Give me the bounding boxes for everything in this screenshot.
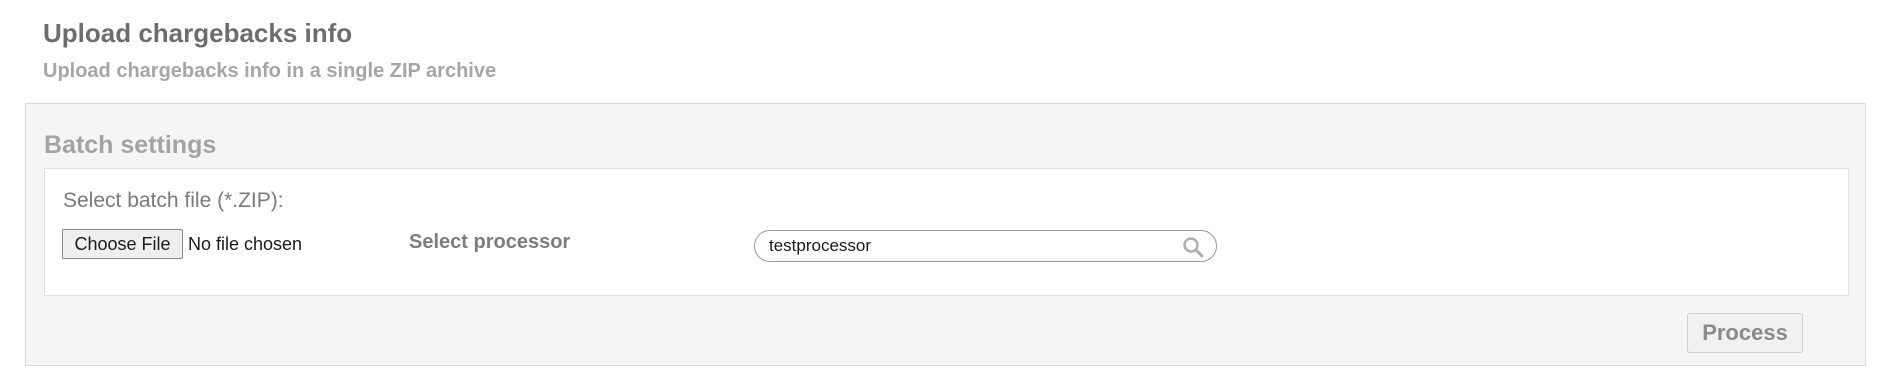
process-button[interactable]: Process [1687, 313, 1803, 353]
processor-input[interactable] [769, 235, 1169, 257]
choose-file-button[interactable]: Choose File [62, 229, 183, 259]
file-status-text: No file chosen [188, 234, 303, 254]
batch-file-label: Select batch file (*.ZIP): [63, 189, 284, 212]
batch-settings-form: Select batch file (*.ZIP): Choose File N… [44, 168, 1849, 296]
page-subtitle: Upload chargebacks info in a single ZIP … [43, 60, 497, 82]
batch-settings-panel: Batch settings Select batch file (*.ZIP)… [25, 103, 1866, 366]
search-icon[interactable] [1182, 236, 1204, 258]
page-title: Upload chargebacks info [43, 18, 353, 48]
batch-settings-title: Batch settings [44, 131, 217, 159]
select-processor-label: Select processor [409, 231, 571, 253]
processor-search-field[interactable] [754, 230, 1217, 262]
